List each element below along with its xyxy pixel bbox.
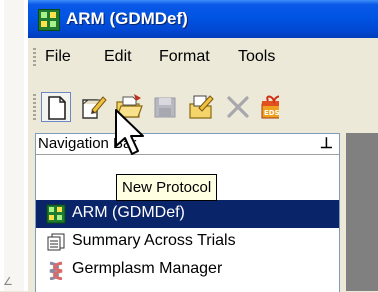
save-button[interactable] [150,92,180,122]
menu-bar: File Edit Format Tools [28,42,378,74]
edit-protocol-button[interactable] [78,92,108,122]
germplasm-icon [46,260,66,281]
navigation-bar-header: Navigation Bar ⊥ [36,134,339,155]
nav-item-label: Germplasm Manager [72,260,223,277]
toolbar-grip[interactable] [33,94,36,120]
menu-tools[interactable]: Tools [238,48,275,66]
navigation-bar-panel: Navigation Bar ⊥ ARM (GDMDef) Summary Ac… [35,133,340,292]
nav-item-germplasm-manager[interactable]: Germplasm Manager [36,256,339,284]
arm-window: ARM (GDMDef) File Edit Format Tools EDS … [28,0,378,292]
window-title: ARM (GDMDef) [66,9,188,28]
background-window-strip: ∠ [0,0,29,291]
menu-edit[interactable]: Edit [104,48,132,66]
svg-text:EDS: EDS [264,109,279,117]
background-window-edge-mark: ∠ [3,276,13,288]
menubar-grip[interactable] [33,48,36,68]
pin-icon[interactable]: ⊥ [320,134,333,152]
delete-x-icon [227,96,249,118]
eds-button[interactable]: EDS [259,92,279,122]
save-disk-icon [154,97,176,118]
new-document-icon [48,96,66,120]
nav-item-label: ARM (GDMDef) [72,204,185,221]
workspace-area[interactable] [346,133,378,291]
delete-button[interactable] [223,92,253,122]
new-protocol-tooltip: New Protocol [116,174,218,201]
background-window-shade [4,0,24,291]
title-bar[interactable]: ARM (GDMDef) [28,0,378,38]
menu-file[interactable]: File [45,48,71,66]
nav-item-arm[interactable]: ARM (GDMDef) [36,200,339,228]
mouse-cursor-icon [115,109,144,155]
edit-folder-icon [189,95,214,119]
summary-table-icon [46,232,66,252]
edit-document-icon [82,96,107,119]
eds-gift-icon: EDS [261,95,279,119]
nav-item-summary-across-trials[interactable]: Summary Across Trials [36,228,339,256]
properties-button[interactable] [186,92,216,122]
new-protocol-button[interactable] [41,92,71,122]
menu-format[interactable]: Format [159,48,210,66]
arm-app-icon [46,204,66,224]
arm-app-icon [38,9,60,31]
nav-item-label: Summary Across Trials [72,232,236,249]
toolbar: EDS [28,86,378,128]
